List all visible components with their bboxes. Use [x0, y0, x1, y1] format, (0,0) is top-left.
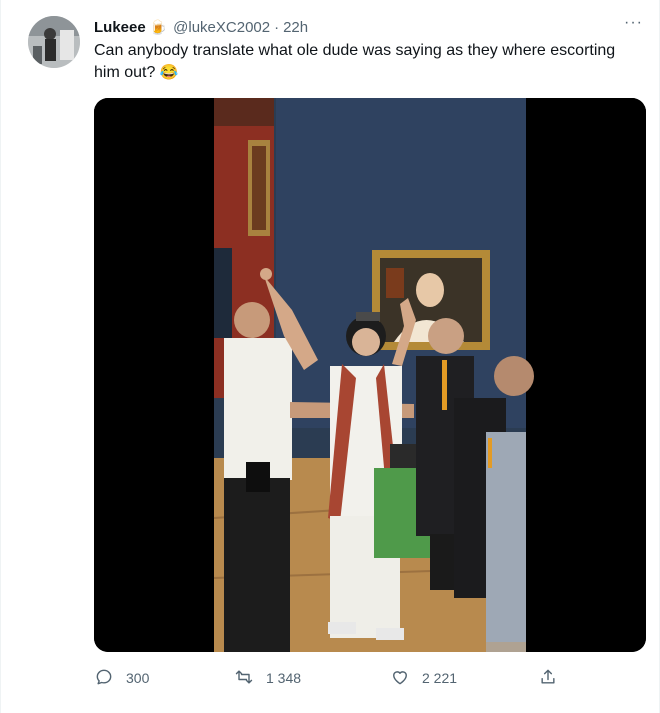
- like-button[interactable]: 2 221: [390, 664, 457, 692]
- retweet-button[interactable]: 1 348: [234, 664, 301, 692]
- video-frame: [94, 98, 646, 652]
- share-icon: [538, 667, 558, 690]
- display-name[interactable]: Lukeee: [94, 19, 146, 36]
- reply-count: 300: [126, 670, 150, 686]
- tweet-text: Can anybody translate what ole dude was …: [94, 40, 639, 84]
- tweet-header: Lukeee 🍺 @lukeXC2002 · 22h: [94, 16, 639, 38]
- reply-button[interactable]: 300: [94, 664, 149, 692]
- reply-icon: [94, 667, 114, 690]
- separator: ·: [274, 18, 280, 36]
- timestamp[interactable]: 22h: [283, 19, 308, 36]
- laughing-emoji: 😂: [159, 64, 179, 81]
- avatar[interactable]: [28, 16, 80, 68]
- more-options-icon[interactable]: ···: [624, 14, 643, 32]
- retweet-icon: [234, 667, 254, 690]
- retweet-count: 1 348: [266, 670, 302, 686]
- like-count: 2 221: [422, 670, 458, 686]
- tweet: Lukeee 🍺 @lukeXC2002 · 22h ··· Can anybo…: [0, 0, 660, 713]
- share-button[interactable]: [538, 664, 558, 692]
- video-player[interactable]: [94, 98, 646, 652]
- beer-emoji: 🍺: [149, 18, 168, 35]
- user-handle[interactable]: @lukeXC2002: [173, 19, 270, 36]
- heart-icon: [390, 667, 410, 690]
- tweet-actions: 300 1 348 2 221: [94, 664, 564, 692]
